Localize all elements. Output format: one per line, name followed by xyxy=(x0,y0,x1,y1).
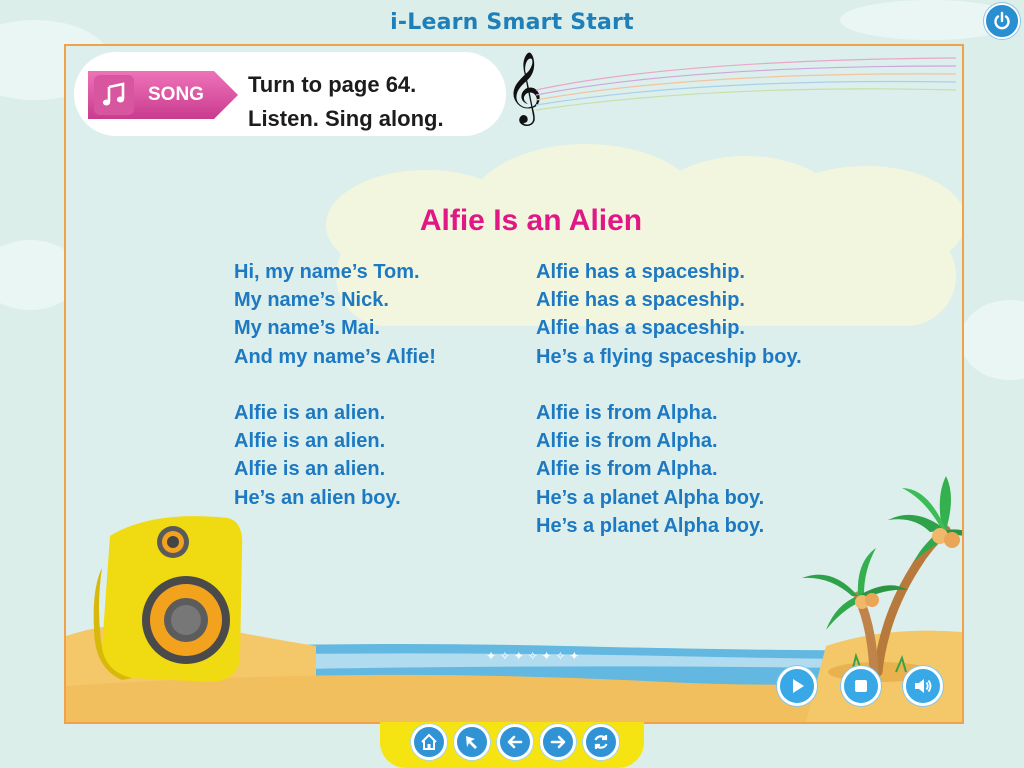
palm-trees-illustration xyxy=(802,476,962,682)
forward-button[interactable] xyxy=(540,724,576,760)
instruction-line: Turn to page 64. xyxy=(248,72,417,97)
lyric-line: My name’s Nick. xyxy=(234,289,389,312)
music-note-icon xyxy=(94,75,134,115)
lyric-line: And my name’s Alfie! xyxy=(234,345,436,368)
song-badge-label: SONG xyxy=(148,84,204,105)
pointer-icon xyxy=(466,736,477,749)
lesson-frame: ✦ ✧ ✦ ✧ ✦ ✧ ✦ SONG Turn to page 64. List… xyxy=(64,44,964,724)
lyric-line: My name’s Mai. xyxy=(234,317,380,340)
lyric-line: Alfie has a spaceship. xyxy=(536,261,745,283)
instructions: Turn to page 64. Listen. Sing along. xyxy=(248,68,444,136)
lyric-line: Alfie has a spaceship. xyxy=(536,317,745,340)
music-staff-lines xyxy=(536,57,956,111)
refresh-icon xyxy=(594,735,608,749)
lyric-line: Hi, my name’s Tom. xyxy=(234,261,420,283)
instruction-line: Listen. Sing along. xyxy=(248,106,444,131)
lyric-line: Alfie is an alien. xyxy=(234,430,386,453)
back-button[interactable] xyxy=(497,724,533,760)
stop-icon xyxy=(855,680,867,692)
background-cloud xyxy=(960,300,1024,380)
refresh-button[interactable] xyxy=(583,724,619,760)
lyric-line: Alfie is an alien. xyxy=(234,401,386,424)
stop-button[interactable] xyxy=(841,666,881,706)
power-button[interactable] xyxy=(984,3,1020,39)
stanza-gap xyxy=(234,371,436,399)
lyric-line: Alfie is an alien. xyxy=(234,458,386,481)
lyric-line: Alfie is from Alpha. xyxy=(536,458,718,481)
lyric-line: He’s a planet Alpha boy. xyxy=(536,486,765,509)
home-icon xyxy=(421,733,437,750)
back-arrow-icon xyxy=(507,735,523,749)
lyric-line: Alfie has a spaceship. xyxy=(536,289,745,312)
song-instruction-box: SONG Turn to page 64. Listen. Sing along… xyxy=(74,52,506,136)
lyric-line: He’s a flying spaceship boy. xyxy=(536,345,802,368)
pointer-button[interactable] xyxy=(454,724,490,760)
power-icon xyxy=(994,11,1010,30)
lyric-line: He’s an alien boy. xyxy=(234,486,401,509)
lyrics-column-left: Hi, my name’s Tom. My name’s Nick. My na… xyxy=(234,258,436,512)
speaker-illustration xyxy=(93,516,243,682)
lyric-line: Alfie is from Alpha. xyxy=(536,401,718,424)
play-button[interactable] xyxy=(777,666,817,706)
play-icon xyxy=(793,679,804,693)
lyric-line: Alfie is from Alpha. xyxy=(536,430,718,453)
lyrics-column-right: Alfie has a spaceship. Alfie has a space… xyxy=(536,258,802,540)
stanza-gap xyxy=(536,371,802,399)
home-button[interactable] xyxy=(411,724,447,760)
song-badge: SONG xyxy=(88,71,238,119)
volume-icon xyxy=(915,679,932,693)
song-title: Alfie Is an Alien xyxy=(419,204,643,237)
forward-arrow-icon xyxy=(550,735,566,749)
app-title: i-Learn Smart Start xyxy=(390,10,634,35)
lyric-line: He’s a planet Alpha boy. xyxy=(536,514,765,537)
svg-text:✦ ✧ ✦ ✧ ✦ ✧ ✦: ✦ ✧ ✦ ✧ ✦ ✧ ✦ xyxy=(486,649,579,663)
volume-button[interactable] xyxy=(903,666,943,706)
